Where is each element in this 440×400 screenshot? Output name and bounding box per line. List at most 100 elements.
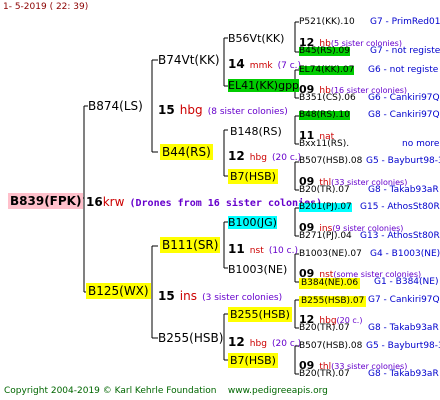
gen1-note: (3 sister colonies) (202, 293, 283, 303)
timestamp: 1- 5-2019 ( 22: 39) (3, 2, 89, 12)
gen4-row[interactable]: B255(HSB).07 (299, 296, 367, 307)
gen2-node[interactable]: B111(SR) (160, 237, 221, 253)
gen2-name[interactable]: B255(HSB) (158, 331, 223, 345)
gen1-num: 15 (158, 289, 175, 303)
gen3-node[interactable]: B255(HSB) (228, 307, 292, 322)
gen1-name[interactable]: B874(LS) (88, 99, 143, 113)
gen1-node[interactable]: B125(WX) (86, 283, 151, 299)
gen4-row[interactable]: Bxx11(RS). (299, 140, 349, 149)
gen4-name[interactable]: B201(PJ).07 (299, 203, 352, 212)
gen4-name[interactable]: B271(PJ).04 (299, 232, 352, 241)
gen2-breed: hbg (249, 153, 267, 163)
gen4-origin: G6 - Cankiri97Q (368, 93, 440, 103)
gen2-note: (20 c.) (272, 339, 302, 349)
gen4-name[interactable]: B507(HSB).08 (299, 342, 362, 351)
root-num: 16 (86, 195, 103, 209)
gen2-name[interactable]: B74Vt(KK) (158, 53, 220, 67)
gen4-name[interactable]: Bxx11(RS). (299, 140, 349, 149)
gen4-row[interactable]: B507(HSB).08 (299, 157, 362, 166)
gen4-name[interactable]: B255(HSB).07 (299, 296, 367, 307)
gen3-node[interactable]: EL41(KK)gpp (228, 79, 300, 92)
gen2-info: 11 nst (10 c.) (228, 240, 298, 256)
gen4-row[interactable]: B384(NE).06 (299, 278, 361, 289)
gen3-name[interactable]: B7(HSB) (228, 169, 278, 184)
gen2-num: 11 (228, 242, 245, 256)
gen4-name[interactable]: P521(KK).10 (299, 18, 355, 27)
gen4-origin: G7 - Cankiri97Q (368, 295, 440, 305)
gen3-node[interactable]: B56Vt(KK) (228, 33, 284, 44)
gen4-row[interactable]: B1003(NE).07 (299, 250, 362, 259)
gen4-origin: no more (402, 139, 440, 149)
gen4-row[interactable]: B351(CS).06 (299, 94, 356, 103)
gen2-node[interactable]: B44(RS) (160, 144, 213, 160)
root-info: 16krw (Drones from 16 sister colonies) (86, 193, 322, 209)
gen3-name[interactable]: B100(JG) (228, 216, 277, 229)
gen4-name[interactable]: B1003(NE).07 (299, 250, 362, 259)
gen1-note: (8 sister colonies) (207, 107, 288, 117)
root-node[interactable]: B839(FPK) (8, 192, 84, 209)
gen2-note: (20 c.) (272, 153, 302, 163)
gen3-node[interactable]: B1003(NE) (228, 264, 287, 275)
gen4-origin: G5 - Bayburt98-3 (366, 156, 440, 166)
gen4-origin: G8 - Takab93aR (368, 185, 439, 195)
root-name[interactable]: B839(FPK) (8, 193, 84, 209)
gen4-name[interactable]: B384(NE).06 (299, 278, 361, 289)
site-link[interactable]: www.pedigreeapis.org (228, 386, 328, 396)
gen4-row[interactable]: B45(RS).09 (299, 47, 350, 56)
gen2-breed: nst (249, 246, 264, 256)
gen4-row[interactable]: B507(HSB).08 (299, 342, 362, 351)
gen1-info: 15 ins (3 sister colonies) (158, 287, 282, 303)
gen4-row[interactable]: EL74(KK).07 (299, 66, 355, 75)
gen3-name[interactable]: B1003(NE) (228, 263, 287, 276)
gen4-origin: G7 - not registe (370, 46, 440, 56)
gen4-name[interactable]: B48(RS).10 (299, 111, 350, 120)
copyright-text: Copyright 2004-2019 © Karl Kehrle Founda… (4, 386, 217, 396)
gen3-node[interactable]: B7(HSB) (228, 353, 278, 368)
gen2-num: 12 (228, 149, 245, 163)
gen1-name[interactable]: B125(WX) (86, 283, 151, 299)
gen1-breed: ins (179, 289, 197, 303)
gen3-name[interactable]: B7(HSB) (228, 353, 278, 368)
gen4-row[interactable]: B201(PJ).07 (299, 203, 352, 212)
gen2-num: 14 (228, 57, 245, 71)
gen4-origin: G8 - Cankiri97Q (368, 110, 440, 120)
gen4-origin: G7 - PrimRed01 (370, 17, 440, 27)
pedigree-chart: 1- 5-2019 ( 22: 39) B839(FPK) 16krw (Dro… (0, 0, 440, 400)
gen4-name[interactable]: EL74(KK).07 (299, 66, 355, 75)
gen4-name[interactable]: B507(HSB).08 (299, 157, 362, 166)
gen3-name[interactable]: EL41(KK)gpp (228, 79, 300, 92)
gen2-node[interactable]: B74Vt(KK) (158, 54, 220, 66)
root-breed: krw (102, 195, 125, 209)
gen4-name[interactable]: B20(TR).07 (299, 370, 350, 379)
gen1-info: 15 hbg (8 sister colonies) (158, 101, 288, 117)
gen2-node[interactable]: B255(HSB) (158, 332, 223, 344)
gen3-node[interactable]: B148(RS) (230, 126, 282, 137)
footer: Copyright 2004-2019 © Karl Kehrle Founda… (4, 386, 328, 396)
gen4-row[interactable]: B20(TR).07 (299, 370, 350, 379)
gen4-origin: G4 - B1003(NE) (370, 249, 440, 259)
gen2-breed: mmk (249, 61, 273, 71)
gen4-row[interactable]: B20(TR).07 (299, 186, 350, 195)
gen2-breed: hbg (249, 339, 267, 349)
gen4-name[interactable]: B20(TR).07 (299, 324, 350, 333)
gen4-origin: G8 - Takab93aR (368, 323, 439, 333)
gen2-note: (7 c.) (277, 61, 302, 71)
gen1-breed: hbg (179, 103, 203, 117)
gen3-name[interactable]: B148(RS) (230, 125, 282, 138)
gen3-node[interactable]: B100(JG) (228, 216, 277, 229)
gen3-name[interactable]: B56Vt(KK) (228, 32, 284, 45)
gen4-name[interactable]: B45(RS).09 (299, 47, 350, 56)
gen2-info: 12 hbg (20 c.) (228, 147, 301, 163)
gen4-row[interactable]: B20(TR).07 (299, 324, 350, 333)
gen4-name[interactable]: B20(TR).07 (299, 186, 350, 195)
gen1-node[interactable]: B874(LS) (88, 100, 143, 112)
gen2-note: (10 c.) (268, 246, 298, 256)
gen3-name[interactable]: B255(HSB) (228, 307, 292, 322)
gen2-name[interactable]: B111(SR) (160, 237, 221, 253)
gen2-name[interactable]: B44(RS) (160, 144, 213, 160)
gen4-row[interactable]: B48(RS).10 (299, 111, 350, 120)
gen4-name[interactable]: B351(CS).06 (299, 94, 356, 103)
gen4-row[interactable]: B271(PJ).04 (299, 232, 352, 241)
gen4-row[interactable]: P521(KK).10 (299, 18, 355, 27)
gen3-node[interactable]: B7(HSB) (228, 169, 278, 184)
